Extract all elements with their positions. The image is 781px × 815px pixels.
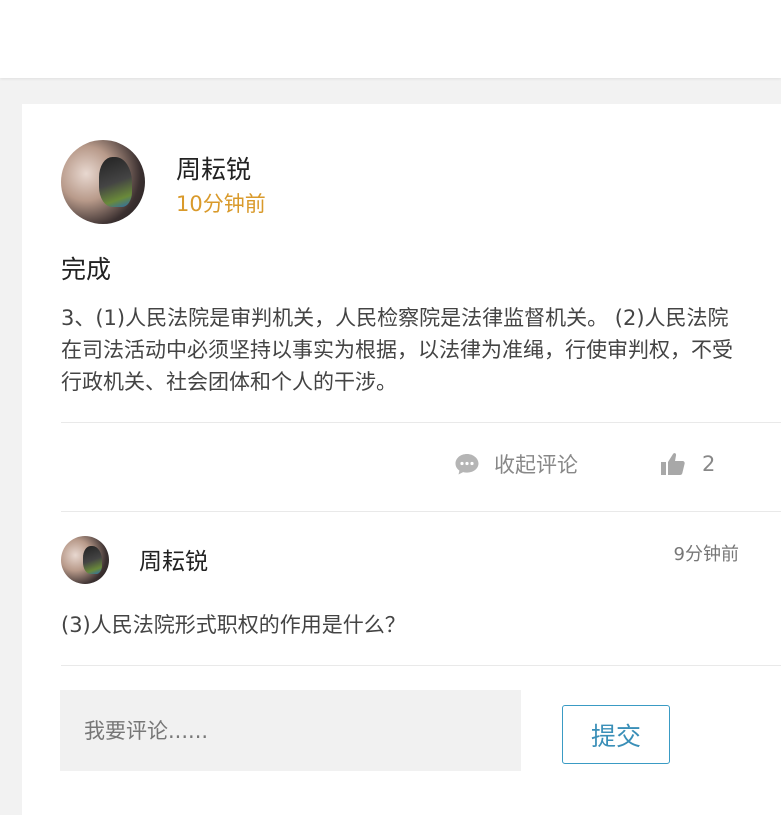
reply-timestamp: 9分钟前	[673, 544, 739, 565]
submit-button[interactable]: 提交	[562, 705, 670, 764]
reply-author-avatar[interactable]	[61, 536, 109, 584]
reply-text: (3)人民法院形式职权的作用是什么？	[61, 613, 406, 637]
like-count: 2	[702, 452, 716, 476]
reply-author-name[interactable]: 周耘锐	[139, 542, 208, 576]
collapse-comments-label: 收起评论	[494, 453, 578, 477]
comment-input[interactable]	[60, 690, 521, 771]
divider	[61, 511, 781, 512]
post-timestamp: 10分钟前	[176, 192, 266, 216]
post-title: 完成	[61, 255, 112, 284]
divider	[61, 665, 781, 666]
post-author-name[interactable]: 周耘锐	[176, 150, 251, 186]
post-body: 3、(1)人民法院是审判机关，人民检察院是法律监督机关。 (2)人民法院在司法活…	[61, 306, 733, 394]
thumbs-up-icon	[660, 451, 686, 477]
collapse-comments-button[interactable]: 收起评论	[454, 447, 578, 481]
like-button[interactable]: 2	[660, 447, 715, 481]
author-avatar[interactable]	[61, 140, 145, 224]
chat-bubble-icon	[454, 452, 480, 476]
post-card: 周耘锐 10分钟前 完成 3、(1)人民法院是审判机关，人民检察院是法律监督机关…	[22, 104, 781, 815]
divider	[61, 422, 781, 423]
top-bar	[0, 0, 781, 78]
